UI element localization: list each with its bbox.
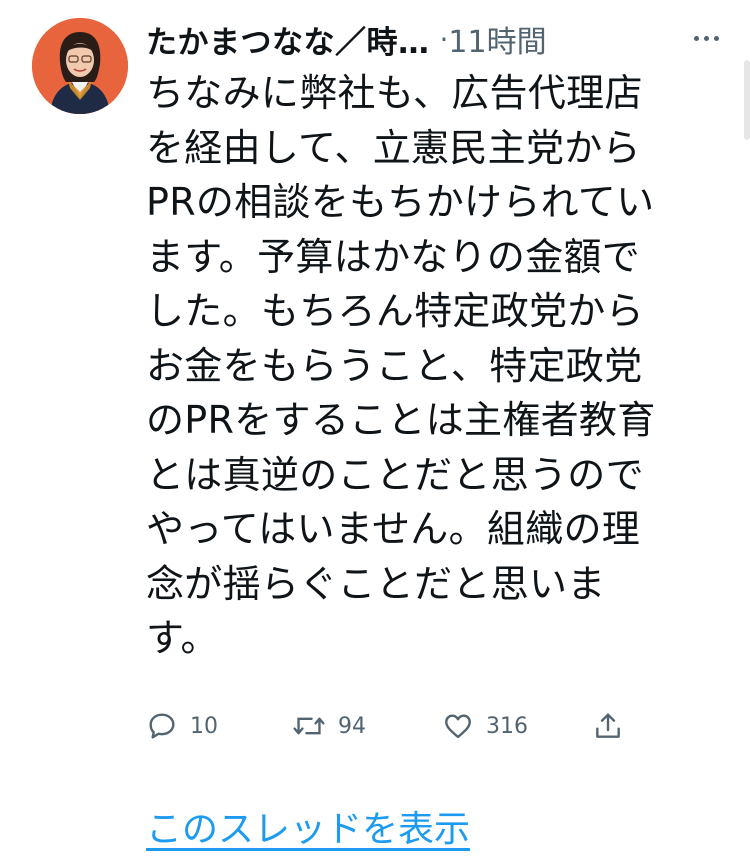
avatar[interactable] xyxy=(32,18,128,114)
tweet-line: ちなみに弊社も、広告代理店 xyxy=(146,71,643,115)
more-icon[interactable] xyxy=(686,20,726,56)
tweet-line: す。 xyxy=(146,616,219,660)
tweet-line: とは真逆のことだと思うので xyxy=(146,452,644,497)
retweet-button[interactable]: 94 xyxy=(292,706,366,746)
reply-count: 10 xyxy=(190,713,218,739)
show-thread-link[interactable]: このスレッドを表示 xyxy=(146,800,470,852)
tweet-header: たかまつなな／時… · 11時間 xyxy=(146,14,726,64)
tweet-line: を経由して、立憲民主党から xyxy=(146,125,641,170)
tweet-line: 念が揺らぐことだと思いま xyxy=(146,561,606,606)
like-button[interactable]: 316 xyxy=(442,706,528,746)
tweet-line: ます。予算はかなりの金額で xyxy=(146,234,641,279)
reply-icon xyxy=(149,713,175,739)
scrollbar[interactable] xyxy=(744,60,750,140)
tweet-line: した。もちろん特定政党から xyxy=(146,289,644,333)
tweet-line: のPRをすることは主権者教育 xyxy=(146,398,656,442)
author-name[interactable]: たかまつなな／時… xyxy=(146,17,430,62)
retweet-count: 94 xyxy=(338,713,366,739)
avatar-image xyxy=(32,18,128,114)
tweet-timestamp[interactable]: 11時間 xyxy=(448,17,546,61)
reply-button[interactable]: 10 xyxy=(146,706,218,746)
tweet-actions: 10 94 316 xyxy=(146,706,636,746)
share-button[interactable] xyxy=(592,706,624,746)
like-icon xyxy=(445,714,471,739)
tweet-line: PRの相談をもちかけられてい xyxy=(146,180,655,224)
tweet-line: お金をもらうこと、特定政党 xyxy=(146,343,643,388)
tweet-line: やってはいません。組織の理 xyxy=(146,507,641,551)
share-icon xyxy=(596,713,620,738)
retweet-icon xyxy=(293,717,325,735)
header-separator: · xyxy=(439,22,449,56)
tweet-body: ちなみに弊社も、広告代理店 を経由して、立憲民主党から PRの相談をもちかけられ… xyxy=(146,66,726,666)
like-count: 316 xyxy=(486,713,528,739)
